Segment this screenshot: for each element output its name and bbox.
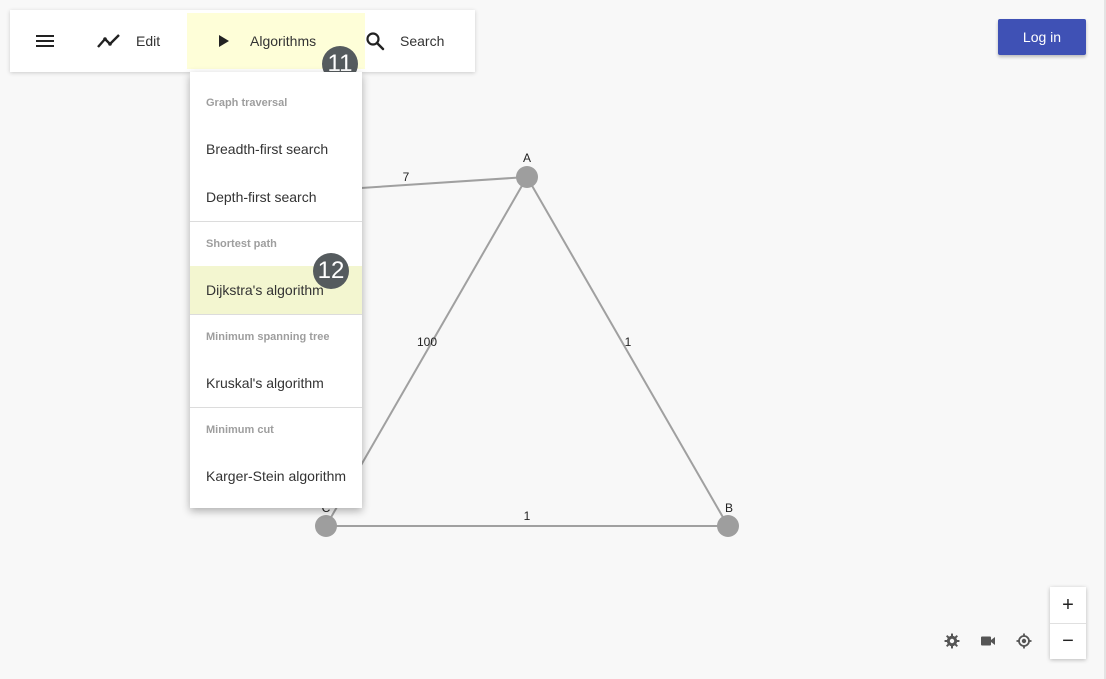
- edge-a-b[interactable]: [526, 176, 729, 527]
- edge-weight-c-b: 1: [524, 509, 531, 523]
- graph-edges: [299, 176, 729, 527]
- section-header-minimum-spanning-tree: Minimum spanning tree: [206, 331, 330, 343]
- node-b[interactable]: [717, 515, 739, 537]
- menu-item-karger-stein-algorithm[interactable]: Karger-Stein algorithm: [190, 452, 362, 500]
- play-icon: [217, 34, 231, 48]
- locate-button[interactable]: [1014, 633, 1034, 653]
- zoom-in-button[interactable]: +: [1050, 587, 1086, 623]
- section-header-shortest-path: Shortest path: [206, 238, 277, 250]
- algorithms-label: Algorithms: [250, 33, 317, 49]
- camera-icon: [980, 634, 996, 652]
- section-header-graph-traversal: Graph traversal: [206, 97, 288, 109]
- record-button[interactable]: [978, 633, 998, 653]
- section-header-minimum-cut: Minimum cut: [206, 424, 274, 436]
- locate-icon: [1016, 633, 1032, 654]
- settings-button[interactable]: [942, 633, 962, 653]
- hamburger-menu-icon: [35, 33, 55, 49]
- node-label-a: A: [523, 151, 531, 165]
- step-badge-dijkstra: 12: [313, 253, 349, 289]
- zoom-out-button[interactable]: −: [1050, 623, 1086, 659]
- edge-weight-a-hidden: 7: [403, 170, 410, 184]
- line-chart-icon: [96, 32, 122, 50]
- menu-divider: [190, 314, 362, 315]
- edge-weight-a-b: 1: [625, 335, 632, 349]
- menu-divider: [190, 221, 362, 222]
- graph-canvas[interactable]: 1 1 100 7 A B C: [0, 0, 1106, 679]
- node-a[interactable]: [516, 166, 538, 188]
- search-icon: [365, 31, 385, 51]
- search-button[interactable]: Search: [365, 10, 444, 72]
- menu-item-kruskals-algorithm[interactable]: Kruskal's algorithm: [190, 359, 362, 407]
- graph-nodes: A B C: [315, 151, 739, 537]
- edge-weight-labels: 1 1 100 7: [403, 170, 632, 523]
- settings-icon: [944, 633, 960, 654]
- node-c[interactable]: [315, 515, 337, 537]
- zoom-controls: + −: [1050, 587, 1086, 659]
- login-button[interactable]: Log in: [998, 19, 1086, 55]
- edge-weight-a-c: 100: [417, 335, 437, 349]
- menu-button[interactable]: [10, 10, 80, 72]
- algorithms-dropdown-menu: Graph traversal Breadth-first search Dep…: [190, 72, 362, 508]
- menu-divider: [190, 407, 362, 408]
- edit-label: Edit: [136, 33, 161, 49]
- edit-button[interactable]: Edit: [96, 10, 160, 72]
- node-label-b: B: [725, 501, 733, 515]
- search-label: Search: [400, 33, 445, 49]
- top-toolbar: Edit Algorithms Search: [10, 10, 475, 72]
- menu-item-depth-first-search[interactable]: Depth-first search: [190, 173, 362, 221]
- menu-item-breadth-first-search[interactable]: Breadth-first search: [190, 125, 362, 173]
